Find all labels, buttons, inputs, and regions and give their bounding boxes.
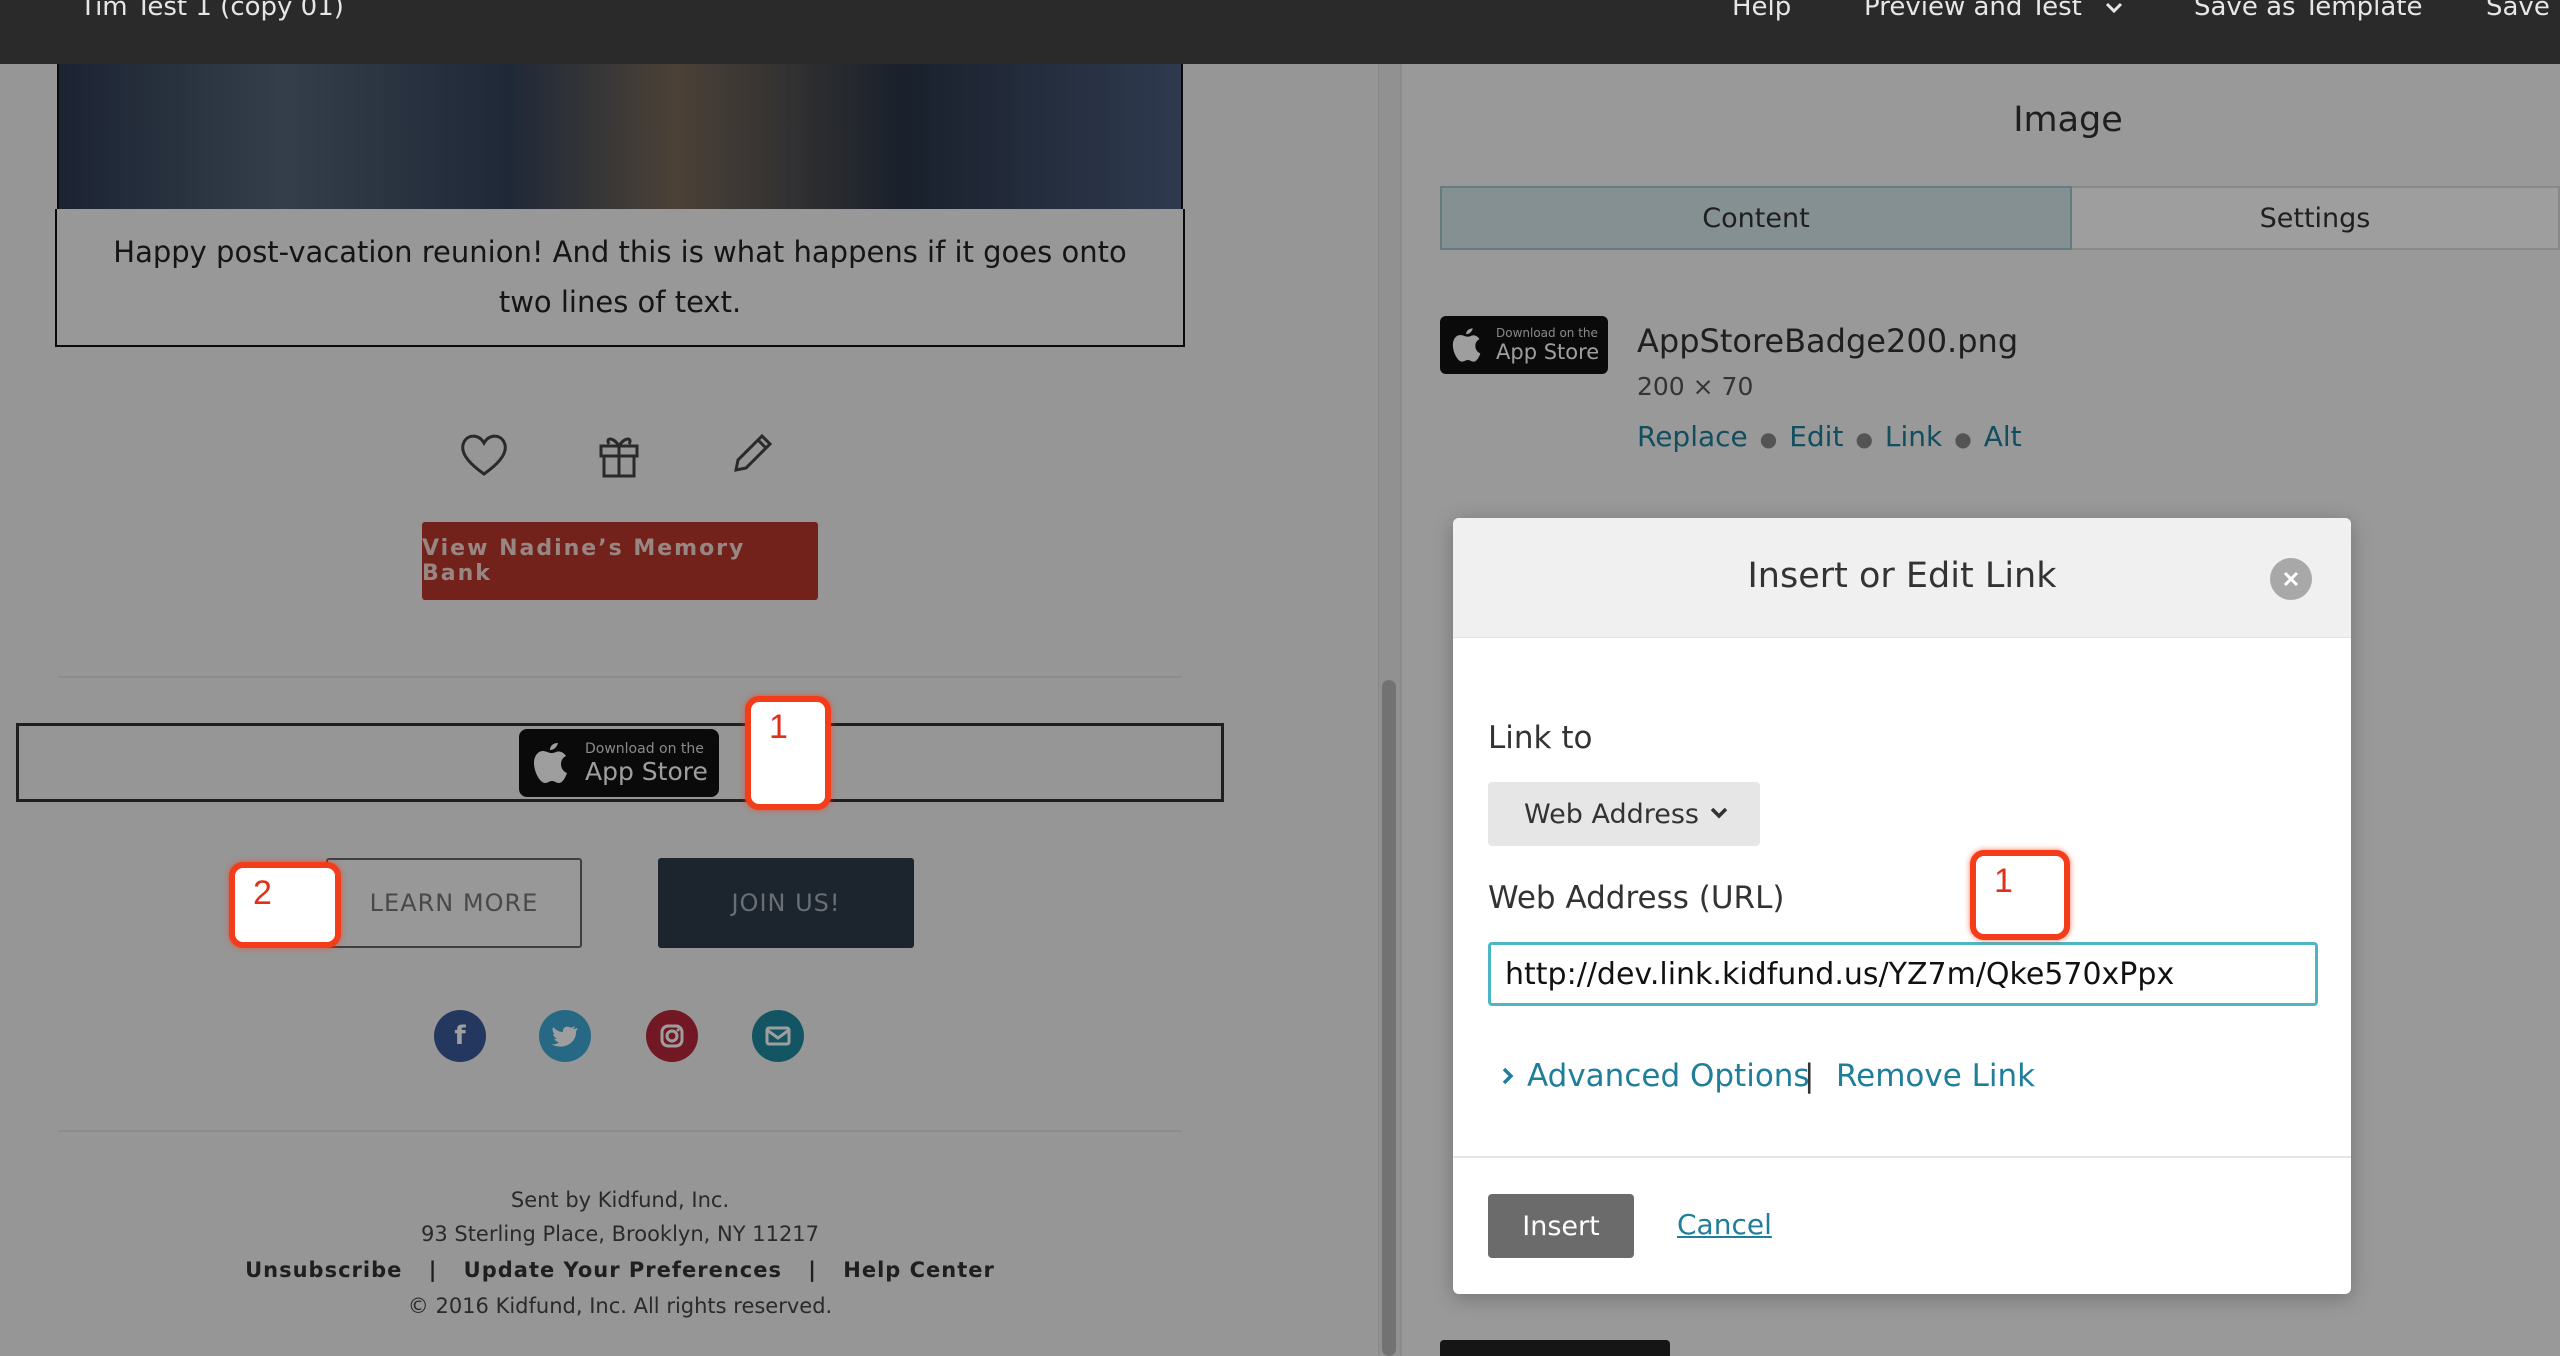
insert-button[interactable]: Insert <box>1488 1194 1634 1258</box>
campaign-title: Tim Test 1 (copy 01) <box>80 0 344 22</box>
annotation-number: 1 <box>769 708 788 746</box>
save-as-template-button[interactable]: Save as Template <box>2194 0 2422 22</box>
dialog-header: Insert or Edit Link <box>1453 518 2351 638</box>
close-icon <box>2283 571 2299 587</box>
top-bar: Tim Test 1 (copy 01) Help Preview and Te… <box>0 0 2560 64</box>
annotation-callout: 1 <box>1970 850 2070 940</box>
chevron-down-icon <box>2106 2 2123 14</box>
link-type-select[interactable]: Web Address <box>1488 782 1760 846</box>
link-type-value: Web Address <box>1524 798 1699 830</box>
dialog-title: Insert or Edit Link <box>1747 556 2057 596</box>
cancel-link[interactable]: Cancel <box>1677 1208 1772 1241</box>
dialog-divider <box>1453 1156 2351 1158</box>
preview-test-label: Preview and Test <box>1864 0 2082 22</box>
annotation-number: 2 <box>253 874 272 912</box>
url-label: Web Address (URL) <box>1488 880 1785 916</box>
advanced-options-toggle[interactable]: Advanced Options <box>1499 1058 1810 1094</box>
link-to-label: Link to <box>1488 720 1593 756</box>
remove-link[interactable]: Remove Link <box>1836 1058 2035 1094</box>
close-button[interactable] <box>2270 558 2312 600</box>
preview-test-menu[interactable]: Preview and Test <box>1864 0 2124 22</box>
chevron-down-icon <box>1710 807 1728 819</box>
link-separator: | <box>1804 1058 1815 1094</box>
annotation-callout: 2 <box>229 862 341 948</box>
annotation-number: 1 <box>1994 862 2013 900</box>
annotation-callout: 1 <box>745 696 831 810</box>
help-link[interactable]: Help <box>1732 0 1791 22</box>
insert-edit-link-dialog: Insert or Edit Link Link to Web Address … <box>1453 518 2351 1294</box>
url-input[interactable] <box>1488 942 2318 1006</box>
advanced-options-label: Advanced Options <box>1527 1058 1810 1094</box>
save-button[interactable]: Save <box>2486 0 2550 22</box>
chevron-right-icon <box>1502 1067 1514 1085</box>
